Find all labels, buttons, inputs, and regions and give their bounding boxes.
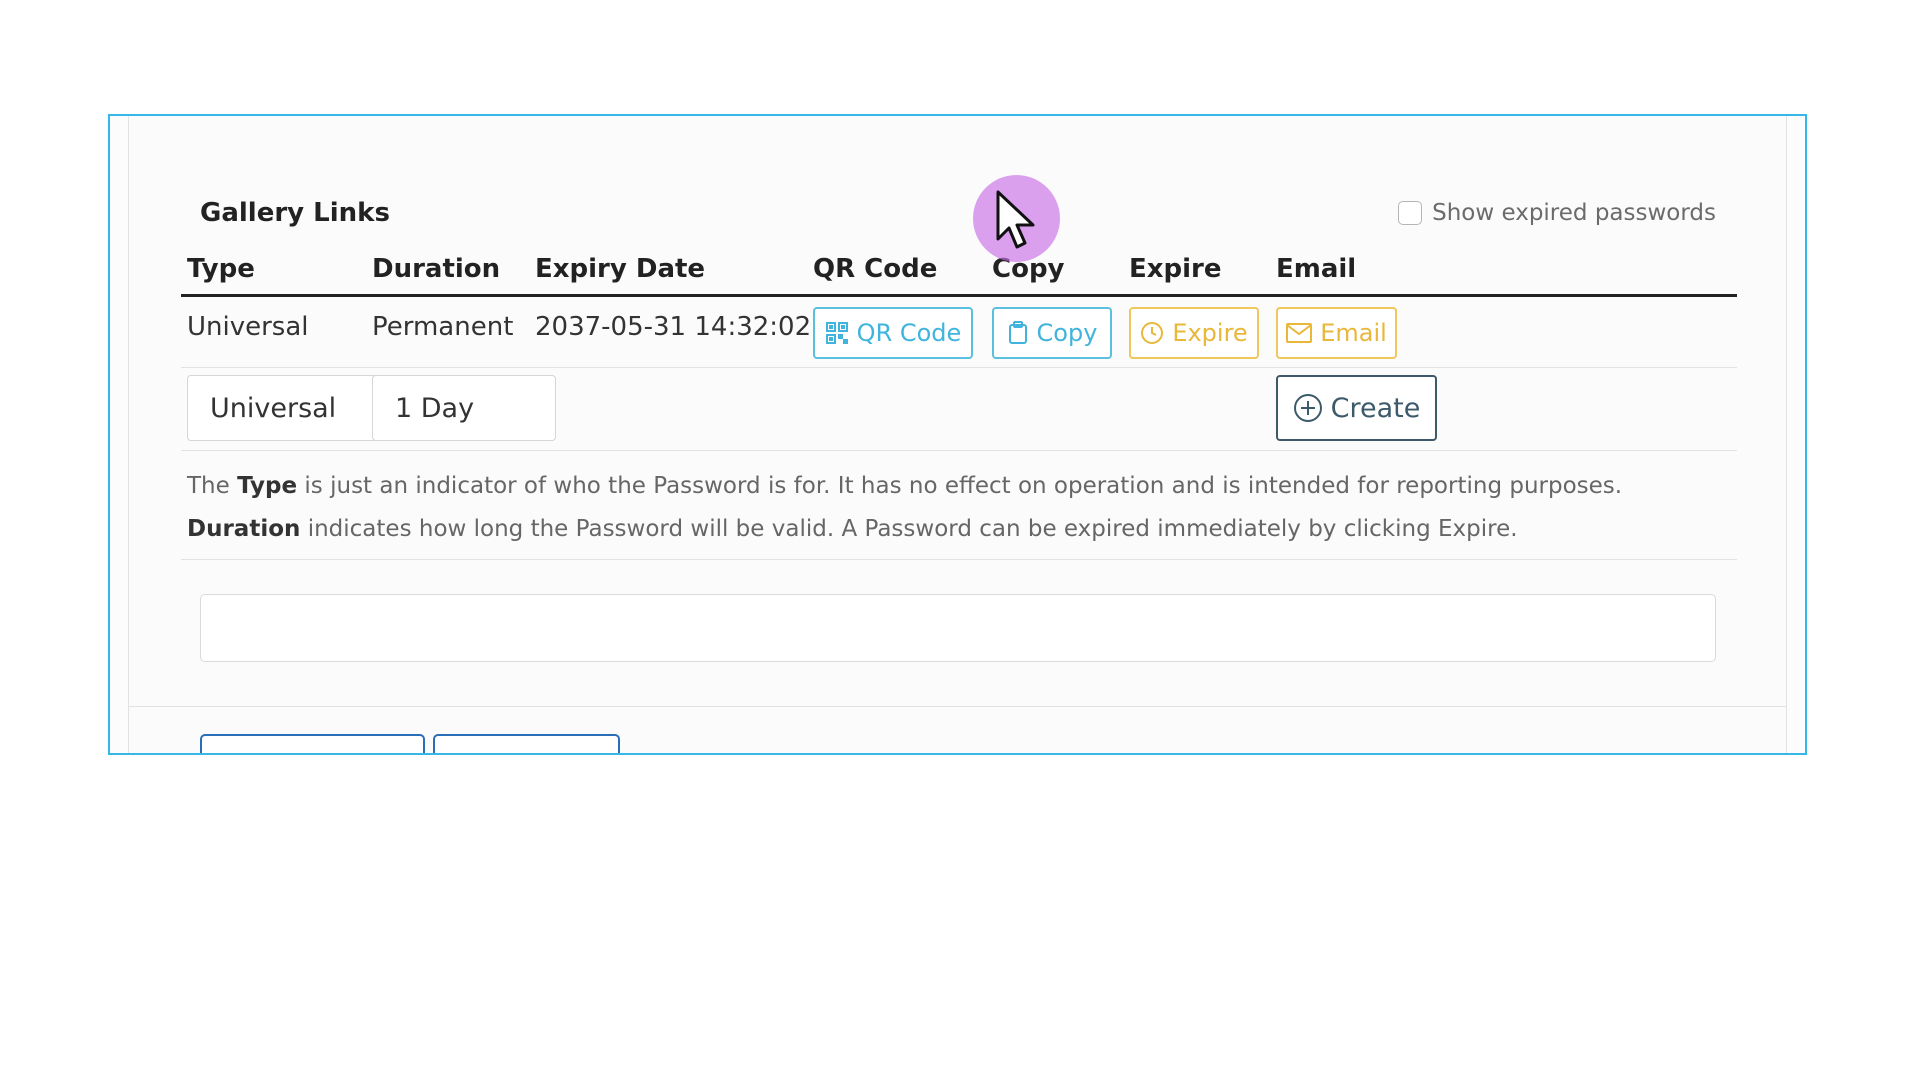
show-expired-checkbox[interactable] [1398,201,1423,225]
gallery-links-table: Type Duration Expiry Date QR Code Copy E… [181,244,1737,560]
footer-button-secondary[interactable] [433,734,620,753]
table-header: Type Duration Expiry Date QR Code Copy E… [181,244,1737,297]
email-button-label: Email [1320,319,1387,347]
column-header-expiry-date: Expiry Date [535,254,706,284]
create-button[interactable]: Create [1276,375,1437,441]
table-row: Universal Permanent 2037-05-31 14:32:02 … [181,297,1737,368]
mouse-pointer [973,175,1060,262]
show-expired-toggle[interactable]: Show expired passwords [1398,200,1716,226]
row-type: Universal [187,312,309,342]
show-expired-label: Show expired passwords [1432,200,1716,226]
row-expiry-date: 2037-05-31 14:32:02 [535,312,812,342]
copy-button-label: Copy [1036,319,1098,347]
duration-note: Duration indicates how long the Password… [181,508,1737,551]
type-select[interactable]: Universal [187,375,398,441]
clock-icon [1140,321,1164,345]
panel-body: Gallery Links Show expired passwords Typ… [128,116,1787,753]
column-header-type: Type [187,254,255,284]
copy-button[interactable]: Copy [992,307,1112,359]
text-area[interactable] [200,594,1716,662]
column-header-expire: Expire [1129,254,1222,284]
plus-circle-icon [1293,393,1323,423]
type-note-prefix: The [187,473,238,499]
duration-note-bold: Duration [187,516,301,542]
expire-button-label: Expire [1172,319,1248,347]
column-header-qr-code: QR Code [813,254,938,284]
help-notes: The Type is just an indicator of who the… [181,451,1737,560]
footer-divider [129,706,1786,707]
footer-button-primary[interactable] [200,734,425,753]
qr-code-button[interactable]: QR Code [813,307,973,359]
type-note-bold: Type [237,473,298,499]
clipboard-icon [1007,321,1029,345]
new-link-row: Universal 1 Day Create [181,368,1737,451]
qr-code-button-label: QR Code [856,319,962,347]
type-note: The Type is just an indicator of who the… [181,465,1737,508]
gallery-links-panel: Gallery Links Show expired passwords Typ… [108,114,1807,755]
create-button-label: Create [1330,392,1421,424]
row-duration: Permanent [372,312,514,342]
type-note-text: is just an indicator of who the Password… [297,473,1623,499]
expire-button[interactable]: Expire [1129,307,1259,359]
column-header-duration: Duration [372,254,501,284]
duration-note-text: indicates how long the Password will be … [300,516,1518,542]
email-button[interactable]: Email [1276,307,1397,359]
envelope-icon [1286,323,1313,343]
duration-select[interactable]: 1 Day [372,375,556,441]
qr-code-icon [825,321,849,345]
section-title: Gallery Links [200,198,390,228]
column-header-email: Email [1276,254,1357,284]
